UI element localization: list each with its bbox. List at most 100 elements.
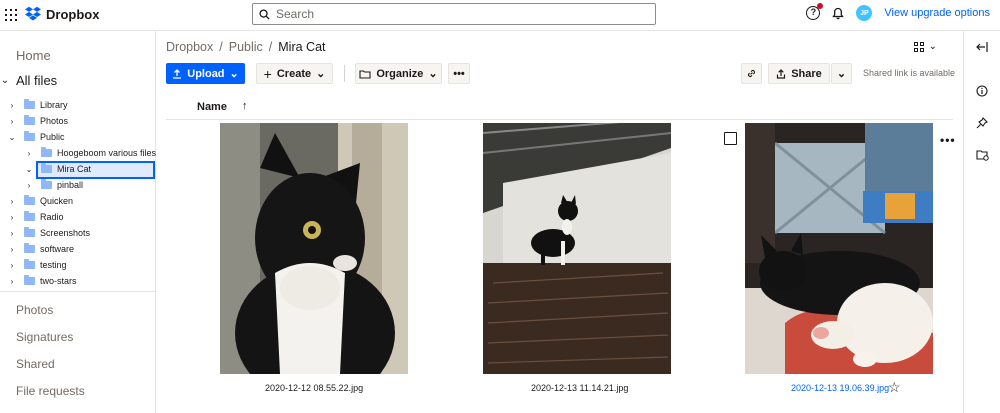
select-checkbox[interactable] — [724, 132, 737, 145]
sidebar-item-photos[interactable]: Photos — [16, 303, 53, 317]
folder-icon — [24, 99, 35, 109]
share-label: Share — [791, 67, 822, 80]
file-name[interactable]: 2020-12-12 08.55.22.jpg — [265, 383, 363, 393]
file-name[interactable]: 2020-12-13 19.06.39.jpg — [791, 383, 889, 393]
tree-item-hoogeboom[interactable]: › Hoogeboom various files — [0, 145, 156, 161]
create-button[interactable]: + Create ⌄ — [256, 63, 333, 84]
tree-item-public[interactable]: ⌄ Public — [0, 129, 156, 145]
file-name[interactable]: 2020-12-13 11.14.21.jpg — [531, 383, 628, 393]
chevron-down-icon[interactable]: ⌄ — [0, 75, 10, 86]
plus-icon: + — [263, 65, 272, 82]
file-thumbnail-2[interactable] — [483, 123, 671, 374]
pin-icon[interactable] — [975, 116, 989, 130]
top-right-actions: ? JP View upgrade options — [806, 3, 990, 21]
info-icon[interactable] — [975, 84, 989, 98]
column-header: Name ↑ — [166, 96, 953, 120]
upload-button[interactable]: Upload ⌄ — [166, 63, 245, 84]
folder-activity-icon[interactable] — [975, 148, 989, 162]
collapse-panel-icon[interactable] — [975, 40, 989, 54]
chevron-down-icon: ⌄ — [836, 68, 847, 80]
chevron-right-icon[interactable]: › — [8, 197, 16, 206]
chevron-right-icon[interactable]: › — [25, 149, 33, 158]
organize-button[interactable]: Organize ⌄ — [355, 63, 442, 84]
upload-label: Upload — [187, 67, 225, 80]
breadcrumb-item-dropbox[interactable]: Dropbox — [166, 40, 213, 54]
tree-item-testing[interactable]: › testing — [0, 257, 156, 273]
toolbar-divider — [344, 65, 345, 82]
chevron-right-icon[interactable]: › — [8, 245, 16, 254]
tree-item-library[interactable]: › Library — [0, 97, 156, 113]
folder-icon — [41, 179, 52, 189]
tree-item-pinball[interactable]: › pinball — [0, 177, 156, 193]
breadcrumb-item-public[interactable]: Public — [229, 40, 263, 54]
search-input[interactable] — [276, 7, 636, 21]
chevron-down-icon: ⌄ — [428, 68, 438, 80]
organize-label: Organize — [376, 67, 424, 80]
avatar[interactable]: JP — [856, 5, 873, 21]
file-thumbnail-1[interactable] — [220, 123, 408, 374]
sidebar-item-shared[interactable]: Shared — [16, 357, 55, 371]
name-column-header[interactable]: Name — [197, 101, 227, 113]
tree-item-photos[interactable]: › Photos — [0, 113, 156, 129]
tree-item-quicken[interactable]: › Quicken — [0, 193, 156, 209]
chevron-down-icon[interactable]: ⌄ — [25, 165, 33, 174]
chevron-right-icon[interactable]: › — [8, 101, 16, 110]
copy-link-button[interactable] — [741, 63, 762, 84]
folder-icon — [41, 147, 52, 157]
star-icon[interactable]: ☆ — [888, 379, 901, 396]
tree-item-label: software — [40, 244, 75, 254]
folder-icon — [24, 115, 35, 125]
tree-item-two-stars[interactable]: › two-stars — [0, 273, 156, 289]
chevron-right-icon[interactable]: › — [25, 181, 33, 190]
more-actions-button[interactable]: ••• — [448, 63, 470, 84]
breadcrumb: Dropbox / Public / Mira Cat — [166, 40, 326, 54]
chevron-right-icon[interactable]: › — [8, 261, 16, 270]
chevron-right-icon[interactable]: › — [8, 117, 16, 126]
photo-cat-in-piano — [483, 123, 671, 374]
chevron-right-icon[interactable]: › — [8, 277, 16, 286]
chevron-right-icon[interactable]: › — [8, 229, 16, 238]
folder-icon — [24, 275, 35, 285]
sort-arrow-up-icon[interactable]: ↑ — [242, 100, 248, 112]
tree-item-label: Library — [40, 100, 68, 110]
upgrade-link[interactable]: View upgrade options — [884, 7, 990, 19]
upload-icon — [173, 68, 182, 79]
app-grid-icon[interactable] — [5, 9, 17, 21]
sidebar-item-label: All files — [16, 73, 58, 88]
sidebar-item-signatures[interactable]: Signatures — [16, 330, 73, 344]
view-toggle[interactable]: ⌄ — [913, 41, 937, 52]
folder-icon — [41, 163, 52, 173]
dropbox-logo-icon — [25, 6, 41, 21]
bell-icon[interactable] — [832, 7, 845, 20]
tree-item-screenshots[interactable]: › Screenshots — [0, 225, 156, 241]
folder-outline-icon — [359, 69, 371, 79]
chevron-right-icon[interactable]: › — [8, 213, 16, 222]
folder-tree: › Library › Photos ⌄ Public › Hoogeboom … — [0, 92, 156, 292]
folder-icon — [24, 227, 35, 237]
tree-item-software[interactable]: › software — [0, 241, 156, 257]
breadcrumb-current: Mira Cat — [278, 40, 326, 54]
sidebar-item-home[interactable]: Home — [16, 48, 51, 63]
folder-icon — [24, 131, 35, 141]
tree-item-label: Quicken — [40, 196, 74, 206]
toolbar: Upload ⌄ + Create ⌄ Organize ⌄ ••• Share… — [166, 63, 955, 84]
notification-dot — [817, 3, 824, 9]
share-options-button[interactable]: ⌄ — [831, 63, 852, 84]
brand[interactable]: Dropbox — [25, 6, 99, 22]
tree-item-radio[interactable]: › Radio — [0, 209, 156, 225]
help-icon[interactable]: ? — [806, 3, 824, 20]
search-box[interactable] — [252, 3, 656, 25]
sidebar-item-all-files[interactable]: ⌄ All files — [0, 73, 57, 88]
file-thumbnail-3[interactable] — [745, 123, 933, 374]
breadcrumb-separator: / — [268, 40, 273, 54]
tree-item-mira-cat[interactable]: ⌄ Mira Cat — [0, 161, 156, 179]
tree-item-label: Photos — [40, 116, 69, 126]
share-button[interactable]: Share — [768, 63, 830, 84]
top-bar: Dropbox ? JP View upgrade options — [0, 0, 1000, 31]
chevron-down-icon[interactable]: ⌄ — [8, 133, 16, 142]
tree-item-label: pinball — [57, 180, 84, 190]
file-more-actions-button[interactable]: ••• — [940, 133, 956, 147]
sidebar-item-file-requests[interactable]: File requests — [16, 384, 85, 398]
chevron-down-icon: ⌄ — [316, 68, 326, 80]
create-label: Create — [276, 67, 312, 80]
